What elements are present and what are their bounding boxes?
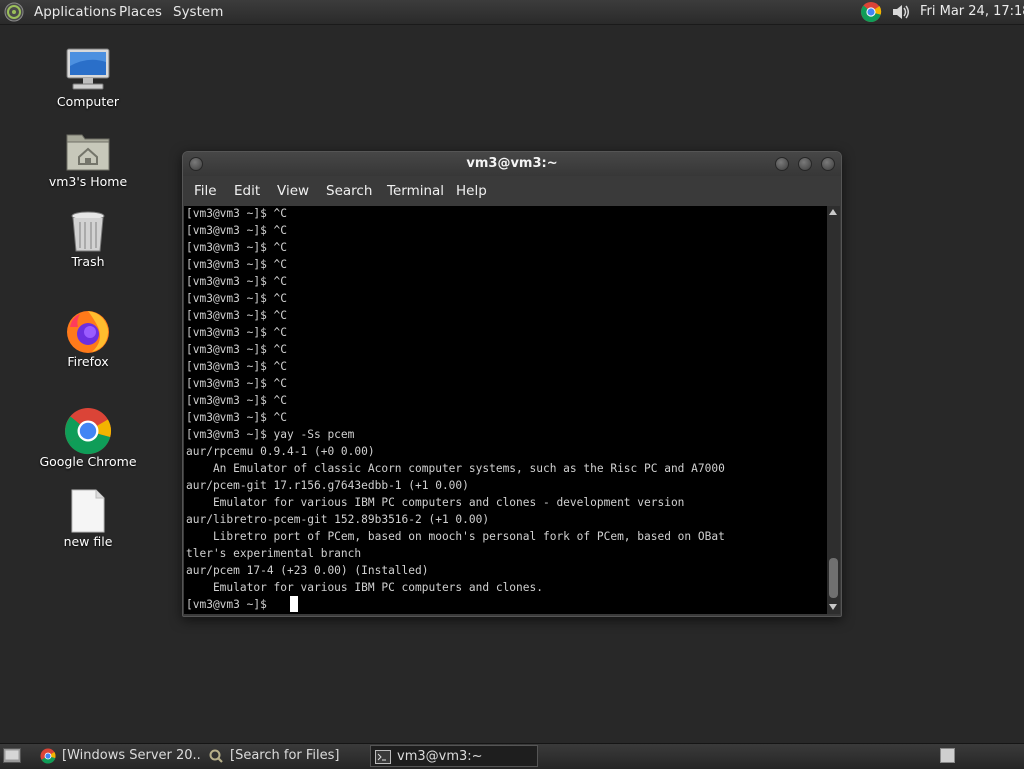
terminal-line: aur/pcem 17-4 (+23 0.00) (Installed) (186, 564, 429, 577)
terminal-scrollbar[interactable] (827, 206, 840, 614)
terminal-line: [vm3@vm3 ~]$ ^C (186, 377, 288, 390)
terminal-line: [vm3@vm3 ~]$ ^C (186, 258, 288, 271)
desktop-icon-label: Computer (56, 94, 120, 109)
menu-terminal[interactable]: Terminal (387, 182, 444, 200)
menu-help[interactable]: Help (456, 182, 487, 200)
terminal-line: aur/libretro-pcem-git 152.89b3516-2 (+1 … (186, 513, 490, 526)
window-title: vm3@vm3:~ (466, 156, 558, 171)
volume-icon[interactable] (890, 2, 912, 22)
taskbar-item-terminal[interactable]: vm3@vm3:~ (370, 745, 538, 767)
trash-icon (71, 211, 105, 252)
show-desktop-icon[interactable] (3, 748, 21, 763)
desktop-icon-label: Firefox (67, 354, 109, 369)
terminal-line: [vm3@vm3 ~]$ ^C (186, 292, 288, 305)
bottom-panel: [Windows Server 20... [Search for Files]… (0, 743, 1024, 769)
maximize-button[interactable] (798, 157, 812, 171)
terminal-lines: [vm3@vm3 ~]$ ^C [vm3@vm3 ~]$ ^C [vm3@vm3… (186, 206, 725, 613)
text-cursor (290, 596, 298, 612)
terminal-line: [vm3@vm3 ~]$ ^C (186, 326, 288, 339)
terminal-line: aur/pcem-git 17.r156.g7643edbb-1 (+1 0.0… (186, 479, 469, 492)
terminal-line: [vm3@vm3 ~]$ ^C (186, 343, 288, 356)
terminal-icon (375, 750, 391, 764)
terminal-line: [vm3@vm3 ~]$ ^C (186, 309, 288, 322)
scroll-up-arrow-icon[interactable] (829, 209, 837, 215)
close-button[interactable] (821, 157, 835, 171)
taskbar-item-search-files[interactable]: [Search for Files] (204, 745, 364, 767)
desktop-icon-label: vm3's Home (48, 174, 128, 189)
terminal-window[interactable]: vm3@vm3:~ File Edit View Search Terminal… (182, 151, 842, 617)
chrome-icon (40, 748, 56, 764)
top-panel: Applications Places System Fri Mar 24, 1… (0, 0, 1024, 25)
taskbar-item-label: [Windows Server 20... (62, 748, 201, 763)
terminal-line: [vm3@vm3 ~]$ ^C (186, 224, 288, 237)
terminal-line: [vm3@vm3 ~]$ ^C (186, 394, 288, 407)
terminal-line: [vm3@vm3 ~]$ ^C (186, 411, 288, 424)
terminal-line: [vm3@vm3 ~]$ ^C (186, 360, 288, 373)
minimize-button[interactable] (775, 157, 789, 171)
window-titlebar[interactable]: vm3@vm3:~ (183, 152, 841, 176)
terminal-line: Emulator for various IBM PC computers an… (186, 496, 685, 509)
scrollbar-thumb[interactable] (829, 558, 838, 598)
menu-view[interactable]: View (277, 182, 309, 200)
distro-logo-icon[interactable] (4, 2, 24, 22)
search-icon (209, 749, 223, 763)
terminal-line: tler's experimental branch (186, 547, 362, 560)
home-folder-icon (66, 134, 110, 171)
terminal-line: [vm3@vm3 ~]$ ^C (186, 275, 288, 288)
terminal-line: aur/rpcemu 0.9.4-1 (+0 0.00) (186, 445, 375, 458)
taskbar-item-label: [Search for Files] (230, 748, 340, 763)
terminal-line: Libretro port of PCem, based on mooch's … (186, 530, 725, 543)
desktop-icon-label: Google Chrome (39, 454, 137, 469)
terminal-menubar: File Edit View Search Terminal Help (183, 176, 841, 206)
terminal-line: Emulator for various IBM PC computers an… (186, 581, 543, 594)
taskbar-item-label: vm3@vm3:~ (397, 749, 483, 764)
desktop-icon-label: new file (63, 534, 113, 549)
terminal-prompt-line: [vm3@vm3 ~]$ (186, 598, 274, 611)
taskbar-item-windows-server[interactable]: [Windows Server 20... (36, 745, 201, 767)
terminal-line: [vm3@vm3 ~]$ ^C (186, 241, 288, 254)
terminal-line: An Emulator of classic Acorn computer sy… (186, 462, 725, 475)
menu-applications[interactable]: Applications (34, 3, 116, 21)
workspace-switcher[interactable] (940, 748, 955, 763)
chrome-icon[interactable] (860, 1, 882, 23)
desktop-icon-label: Trash (71, 254, 105, 269)
menu-places[interactable]: Places (119, 3, 162, 21)
terminal-line: [vm3@vm3 ~]$ yay -Ss pcem (186, 428, 355, 441)
menu-system[interactable]: System (173, 3, 223, 21)
menu-edit[interactable]: Edit (234, 182, 260, 200)
clock[interactable]: Fri Mar 24, 17:18 (920, 3, 1024, 21)
scroll-down-arrow-icon[interactable] (829, 604, 837, 610)
chrome-icon (65, 408, 111, 455)
menu-file[interactable]: File (194, 182, 217, 200)
terminal-line: [vm3@vm3 ~]$ ^C (186, 207, 288, 220)
firefox-icon (67, 311, 109, 353)
file-icon (71, 489, 105, 533)
computer-icon (66, 48, 110, 90)
terminal-output[interactable]: [vm3@vm3 ~]$ ^C [vm3@vm3 ~]$ ^C [vm3@vm3… (184, 206, 827, 614)
menu-search[interactable]: Search (326, 182, 372, 200)
